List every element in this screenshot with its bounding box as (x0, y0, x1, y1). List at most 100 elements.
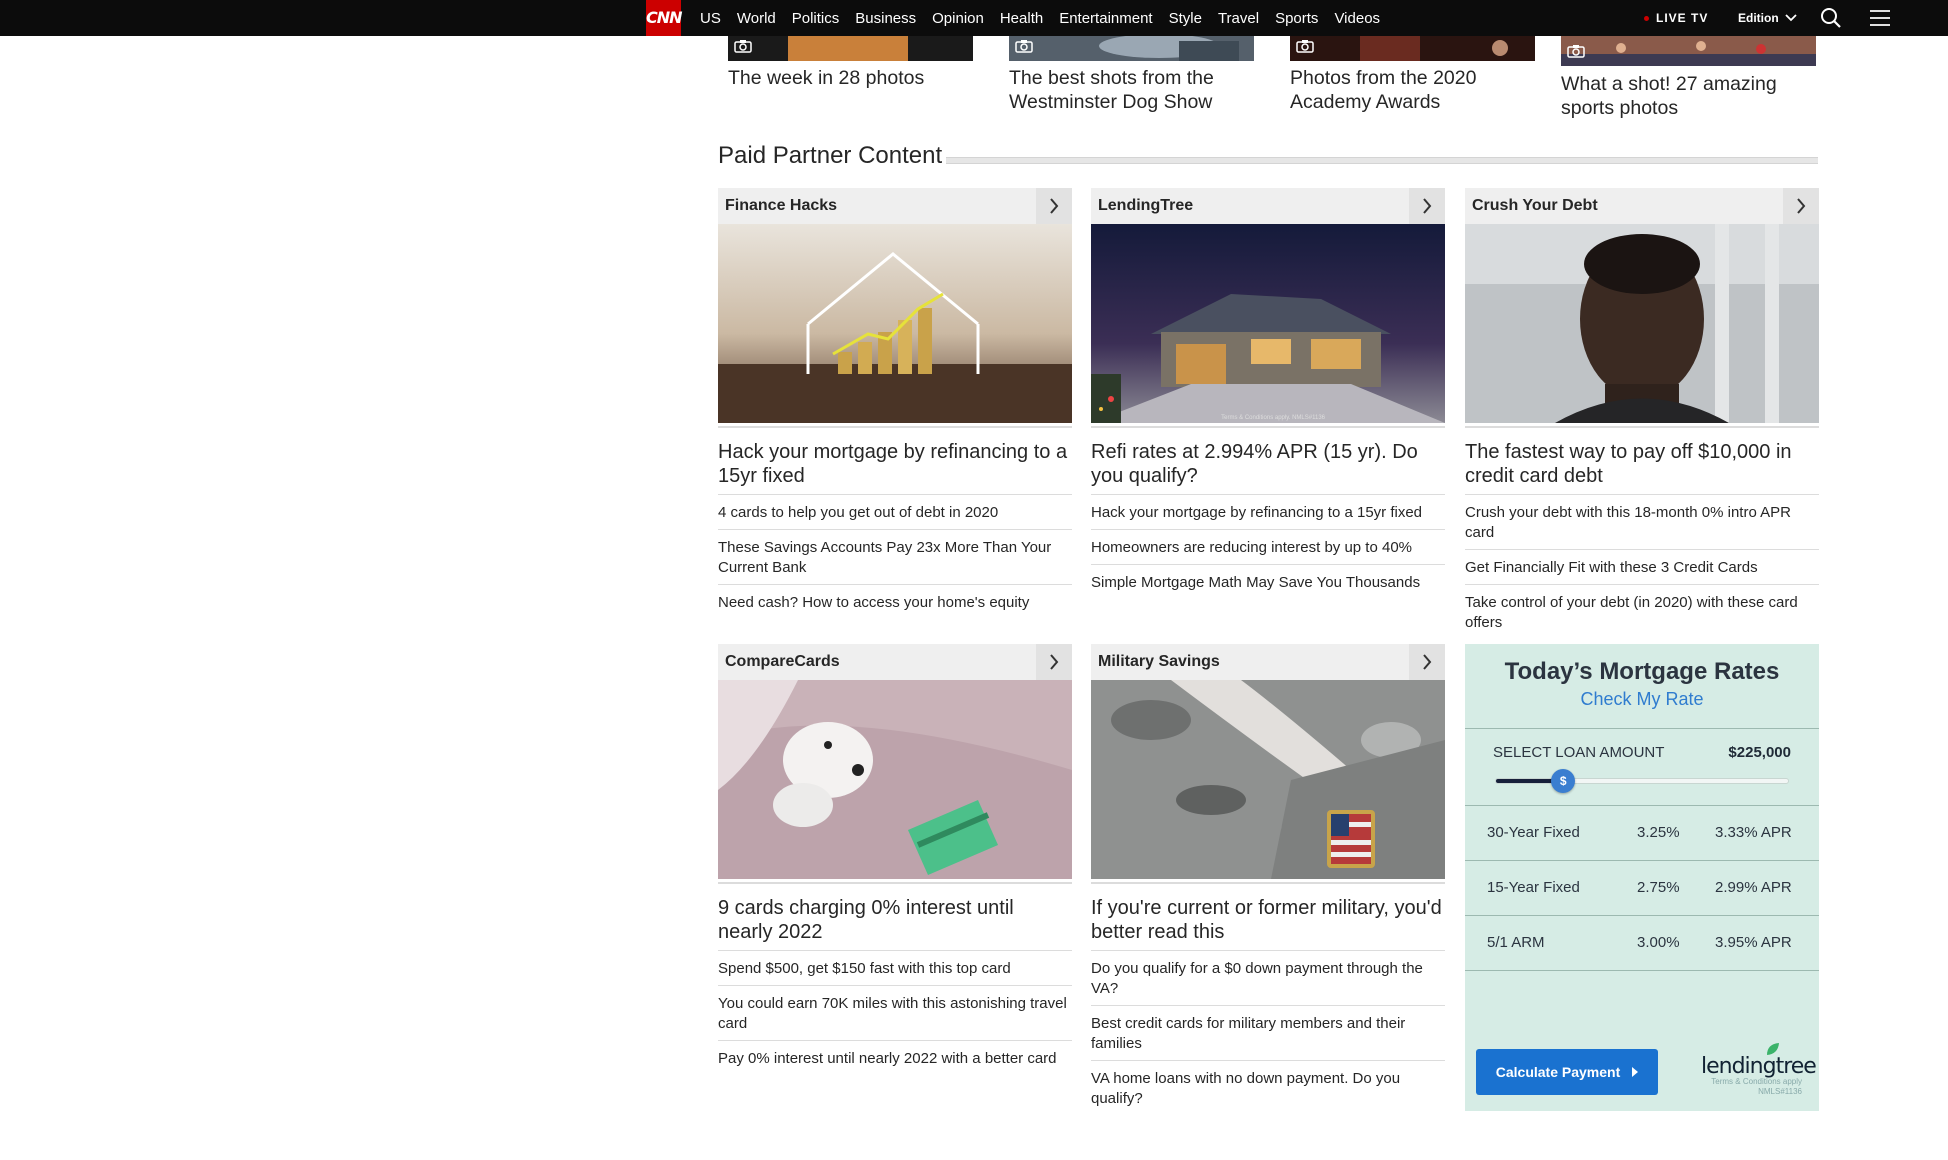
widget-fine-print-terms: Terms & Conditions apply (1711, 1077, 1802, 1086)
gallery-caption[interactable]: What a shot! 27 amazing sports photos (1561, 72, 1816, 120)
gallery-caption[interactable]: Photos from the 2020 Academy Awards (1290, 66, 1535, 114)
card-link[interactable]: These Savings Accounts Pay 23x More Than… (718, 529, 1072, 584)
card-header[interactable]: LendingTree (1091, 188, 1445, 224)
lendingtree-logo[interactable]: lendingtree (1701, 1043, 1817, 1079)
card-link[interactable]: Homeowners are reducing interest by up t… (1091, 529, 1445, 564)
card-brand[interactable]: Military Savings (1098, 644, 1220, 680)
card-link[interactable]: Spend $500, get $150 fast with this top … (718, 950, 1072, 985)
chevron-right-icon (1423, 198, 1432, 214)
nav-link-health[interactable]: Health (1000, 10, 1043, 27)
card-headline[interactable]: Hack your mortgage by refinancing to a 1… (718, 426, 1072, 494)
rate-product: 15-Year Fixed (1487, 879, 1580, 896)
card-link[interactable]: Need cash? How to access your home's equ… (718, 584, 1072, 619)
card-headline[interactable]: Refi rates at 2.994% APR (15 yr). Do you… (1091, 426, 1445, 494)
gallery-thumbnail[interactable] (1561, 36, 1816, 66)
calculate-payment-button[interactable]: Calculate Payment (1476, 1049, 1658, 1095)
card-brand[interactable]: LendingTree (1098, 188, 1193, 224)
card-image[interactable]: Terms & Conditions apply. NMLS#1136 (1091, 224, 1445, 423)
check-my-rate-link[interactable]: Check My Rate (1465, 689, 1819, 710)
rate-product: 30-Year Fixed (1487, 824, 1580, 841)
slider-handle[interactable]: $ (1551, 769, 1576, 793)
rate-value: 3.25% (1637, 824, 1680, 841)
gallery-thumbnail[interactable] (728, 36, 973, 61)
rate-apr: 3.95% APR (1715, 934, 1792, 951)
partner-card-finance-hacks: Finance Hacks Hack your mortgage by refi… (718, 188, 1072, 619)
card-link[interactable]: Best credit cards for military members a… (1091, 1005, 1445, 1060)
card-link[interactable]: You could earn 70K miles with this aston… (718, 985, 1072, 1040)
rate-row[interactable]: 15-Year Fixed 2.75% 2.99% APR (1465, 861, 1819, 915)
camera-icon (1296, 40, 1314, 53)
card-arrow-button[interactable] (1036, 188, 1072, 224)
card-link[interactable]: VA home loans with no down payment. Do y… (1091, 1060, 1445, 1115)
partner-card-crush-your-debt: Crush Your Debt The fastest way to pay o… (1465, 188, 1819, 639)
card-headline[interactable]: The fastest way to pay off $10,000 in cr… (1465, 426, 1819, 494)
camera-icon (1015, 40, 1033, 53)
nav-link-style[interactable]: Style (1169, 10, 1202, 27)
nav-link-us[interactable]: US (700, 10, 721, 27)
menu-icon[interactable] (1867, 5, 1893, 31)
loan-amount-slider[interactable]: $ (1495, 769, 1789, 793)
loan-amount-value: $225,000 (1728, 744, 1791, 761)
card-image[interactable] (1091, 680, 1445, 879)
gallery-caption[interactable]: The best shots from the Westminster Dog … (1009, 66, 1254, 114)
card-arrow-button[interactable] (1036, 644, 1072, 680)
live-tv-link[interactable]: LIVE TV (1644, 0, 1708, 36)
edition-label: Edition (1738, 11, 1779, 25)
card-brand[interactable]: Crush Your Debt (1472, 188, 1598, 224)
nav-link-travel[interactable]: Travel (1218, 10, 1259, 27)
card-link[interactable]: Do you qualify for a $0 down payment thr… (1091, 950, 1445, 1005)
card-arrow-button[interactable] (1409, 644, 1445, 680)
camera-icon (1567, 45, 1585, 58)
nav-link-videos[interactable]: Videos (1334, 10, 1380, 27)
card-headline[interactable]: If you're current or former military, yo… (1091, 882, 1445, 950)
card-arrow-button[interactable] (1783, 188, 1819, 224)
card-brand[interactable]: CompareCards (725, 644, 840, 680)
card-link-list: Do you qualify for a $0 down payment thr… (1091, 950, 1445, 1115)
card-link[interactable]: 4 cards to help you get out of debt in 2… (718, 494, 1072, 529)
card-link[interactable]: Hack your mortgage by refinancing to a 1… (1091, 494, 1445, 529)
card-header[interactable]: Finance Hacks (718, 188, 1072, 224)
play-arrow-icon (1632, 1067, 1639, 1077)
card-link[interactable]: Take control of your debt (in 2020) with… (1465, 584, 1819, 639)
card-header[interactable]: Crush Your Debt (1465, 188, 1819, 224)
card-link-list: Spend $500, get $150 fast with this top … (718, 950, 1072, 1075)
rate-product: 5/1 ARM (1487, 934, 1545, 951)
gallery-thumbnail[interactable] (1290, 36, 1535, 61)
search-icon[interactable] (1818, 5, 1844, 31)
card-image[interactable] (718, 224, 1072, 423)
card-image[interactable] (718, 680, 1072, 879)
top-nav: CNN US World Politics Business Opinion H… (0, 0, 1948, 36)
widget-divider (1465, 728, 1819, 729)
nav-link-sports[interactable]: Sports (1275, 10, 1318, 27)
card-link[interactable]: Get Financially Fit with these 3 Credit … (1465, 549, 1819, 584)
widget-fine-print: Terms & Conditions apply NMLS#1136 (1711, 1077, 1802, 1097)
card-image[interactable] (1465, 224, 1819, 423)
gallery-thumbnail[interactable] (1009, 34, 1254, 61)
chevron-right-icon (1050, 198, 1059, 214)
card-link[interactable]: Pay 0% interest until nearly 2022 with a… (718, 1040, 1072, 1075)
card-headline[interactable]: 9 cards charging 0% interest until nearl… (718, 882, 1072, 950)
nav-link-entertainment[interactable]: Entertainment (1059, 10, 1152, 27)
partner-card-military-savings: Military Savings If you're current or fo… (1091, 644, 1445, 1115)
leaf-icon (1767, 1043, 1779, 1055)
nav-link-business[interactable]: Business (855, 10, 916, 27)
section-title: Paid Partner Content (718, 142, 943, 169)
rate-value: 2.75% (1637, 879, 1680, 896)
nav-link-politics[interactable]: Politics (792, 10, 840, 27)
nav-links: US World Politics Business Opinion Healt… (700, 0, 1396, 36)
gallery-caption[interactable]: The week in 28 photos (728, 66, 973, 90)
card-link[interactable]: Crush your debt with this 18-month 0% in… (1465, 494, 1819, 549)
calculate-payment-label: Calculate Payment (1495, 1064, 1621, 1080)
card-brand[interactable]: Finance Hacks (725, 188, 837, 224)
card-header[interactable]: Military Savings (1091, 644, 1445, 680)
card-link[interactable]: Simple Mortgage Math May Save You Thousa… (1091, 564, 1445, 599)
rate-row[interactable]: 30-Year Fixed 3.25% 3.33% APR (1465, 806, 1819, 860)
loan-amount-label: SELECT LOAN AMOUNT (1493, 744, 1665, 761)
edition-menu[interactable]: Edition (1738, 0, 1797, 36)
nav-link-opinion[interactable]: Opinion (932, 10, 984, 27)
card-header[interactable]: CompareCards (718, 644, 1072, 680)
rate-row[interactable]: 5/1 ARM 3.00% 3.95% APR (1465, 916, 1819, 970)
nav-link-world[interactable]: World (737, 10, 776, 27)
cnn-logo[interactable]: CNN (646, 0, 683, 36)
card-arrow-button[interactable] (1409, 188, 1445, 224)
